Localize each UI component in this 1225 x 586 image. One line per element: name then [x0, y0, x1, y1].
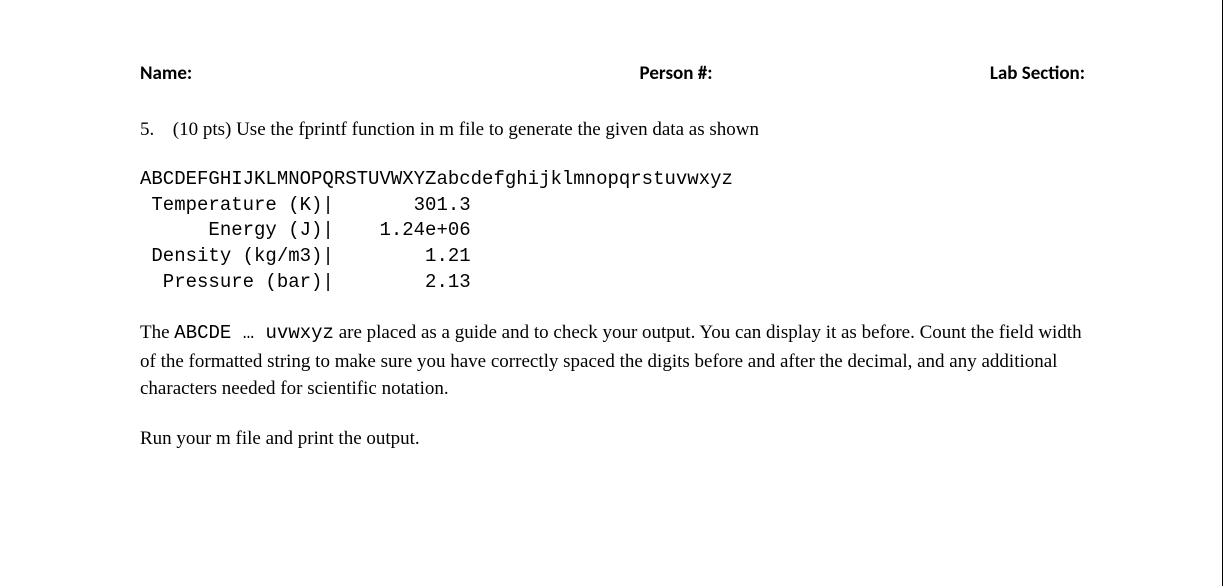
guide-row: ABCDEFGHIJKLMNOPQRSTUVWXYZabcdefghijklmn… [140, 168, 733, 190]
para-code-span: ABCDE … uvwxyz [174, 322, 334, 344]
question-number: 5. [140, 116, 168, 144]
energy-row: Energy (J)| 1.24e+06 [140, 219, 471, 241]
explanation-paragraph: The ABCDE … uvwxyz are placed as a guide… [140, 319, 1085, 403]
para-text-a: The [140, 322, 174, 343]
question-prompt: 5. (10 pts) Use the fprintf function in … [140, 116, 1085, 144]
person-label: Person #: [640, 60, 713, 88]
density-row: Density (kg/m3)| 1.21 [140, 245, 471, 267]
pressure-row: Pressure (bar)| 2.13 [140, 271, 471, 293]
temperature-row: Temperature (K)| 301.3 [140, 194, 471, 216]
form-header: Name: Person #: Lab Section: [140, 60, 1085, 88]
code-output-block: ABCDEFGHIJKLMNOPQRSTUVWXYZabcdefghijklmn… [140, 167, 1085, 295]
lab-label: Lab Section: [990, 60, 1085, 88]
name-label: Name: [140, 60, 192, 88]
question-points: (10 pts) [173, 119, 232, 140]
closing-instruction: Run your m file and print the output. [140, 425, 1085, 453]
question-text: Use the fprintf function in m file to ge… [236, 119, 759, 140]
